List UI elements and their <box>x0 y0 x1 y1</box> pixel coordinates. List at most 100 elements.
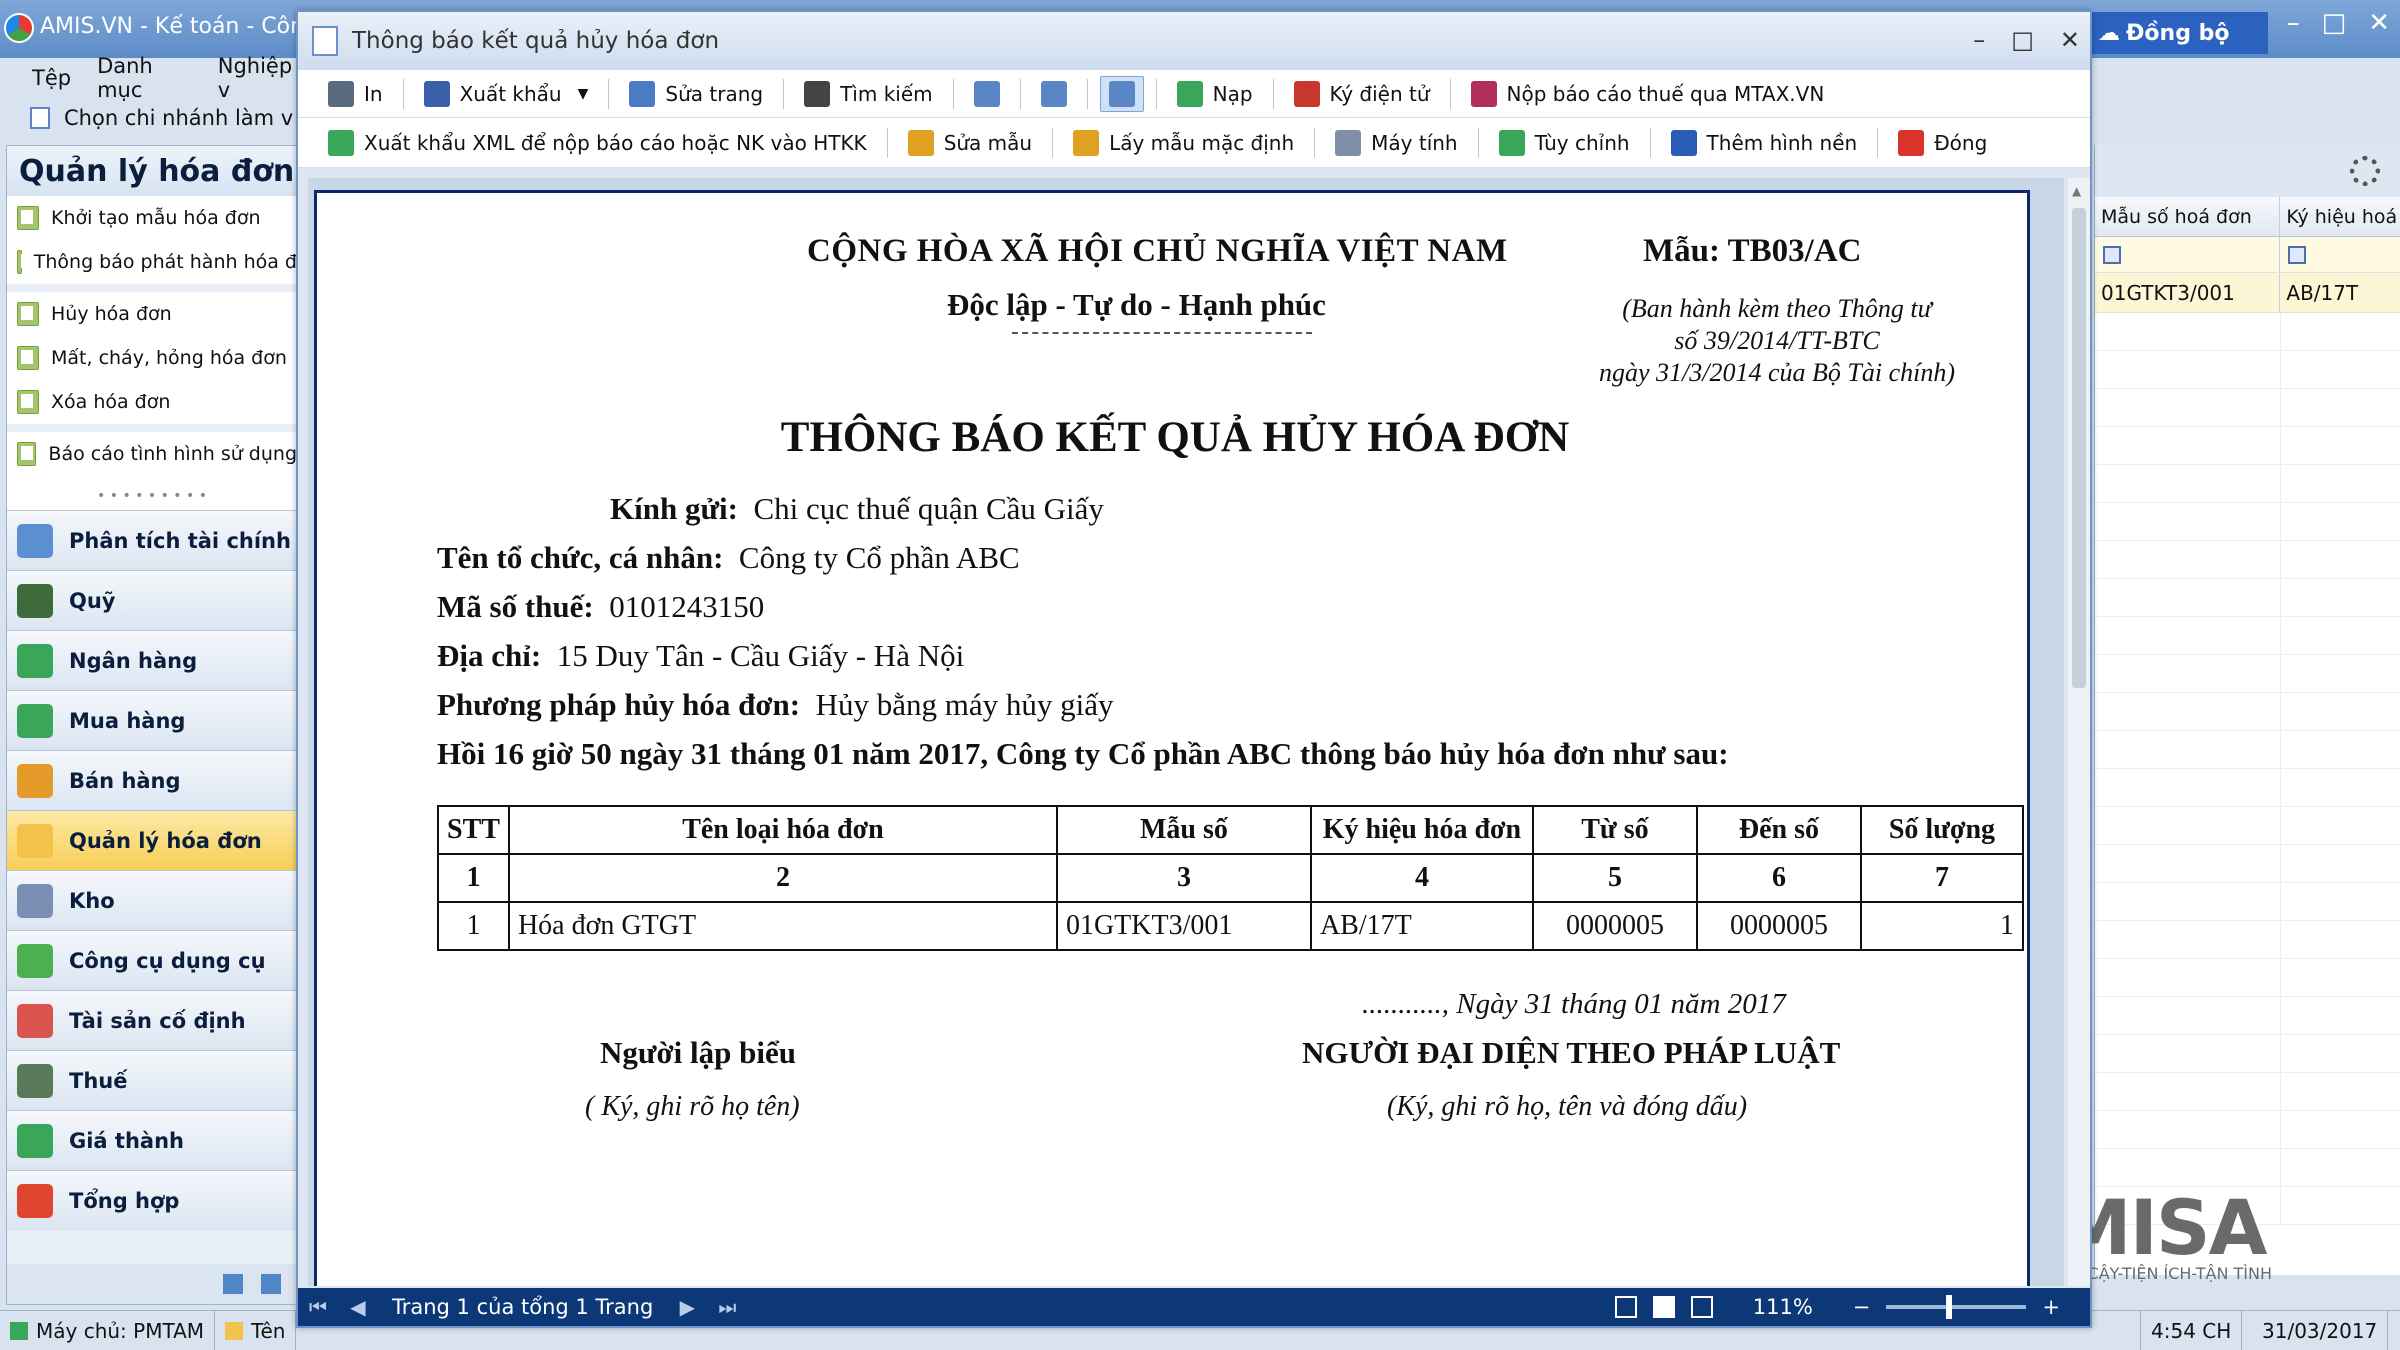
sidebar-nav-item[interactable]: Ngân hàng <box>7 630 297 690</box>
close-button[interactable]: ✕ <box>2368 8 2390 38</box>
menu-catalog[interactable]: Danh mục <box>97 54 192 102</box>
minimize-button[interactable]: – <box>2287 8 2300 38</box>
multi-page-view-icon[interactable] <box>1690 1296 1713 1318</box>
toolbar-button-xml-export[interactable]: Xuất khẩu XML để nộp báo cáo hoặc NK vào… <box>320 126 875 160</box>
viewer-vertical-scrollbar[interactable] <box>2068 178 2090 1286</box>
zoom-slider-knob[interactable] <box>1946 1295 1953 1319</box>
dialog-window-controls: – □ ✕ <box>1973 26 2080 54</box>
dialog-minimize-button[interactable]: – <box>1973 26 1985 54</box>
menu-file[interactable]: Tệp <box>32 66 71 90</box>
toolbar-button-printer[interactable]: In <box>320 77 391 111</box>
last-page-icon[interactable]: ⏭ <box>707 1295 747 1319</box>
toolbar-button-close[interactable]: Đóng <box>1890 126 1995 160</box>
zoom-slider[interactable] <box>1886 1295 2027 1319</box>
dialog-close-button[interactable]: ✕ <box>2060 26 2080 54</box>
continuous-view-icon[interactable] <box>1652 1296 1675 1318</box>
sidebar-nav-item[interactable]: Thuế <box>7 1050 297 1110</box>
page-icon <box>973 80 1000 107</box>
filter-checkbox[interactable] <box>2103 245 2121 264</box>
toolbar-button-signature[interactable]: Ký điện tử <box>1286 77 1438 111</box>
sidebar-nav-item[interactable]: Bán hàng <box>7 750 297 810</box>
filter-checkbox[interactable] <box>2288 245 2307 264</box>
sidebar-splitter-handle[interactable]: • • • • • • • • • <box>7 476 297 510</box>
toolbar-button-fit-page[interactable] <box>1099 75 1144 112</box>
toolbar-button-binoculars[interactable]: Tìm kiếm <box>796 77 941 111</box>
toolbar-button-default-template[interactable]: Lấy mẫu mặc định <box>1065 126 1302 160</box>
gear-icon[interactable] <box>2350 156 2380 186</box>
doc-form-code: Mẫu: TB03/AC <box>1643 233 1862 269</box>
circular-line: số 39/2014/TT-BTC <box>1674 326 1880 355</box>
sidebar-nav-item[interactable]: Giá thành <box>7 1110 297 1170</box>
sidebar-nav-item[interactable]: Phân tích tài chính <box>7 510 297 570</box>
empty-grid-row <box>2095 845 2400 883</box>
col-header-template-code[interactable]: Mẫu số hoá đơn <box>2095 197 2281 236</box>
doc-method-row: Phương pháp hủy hóa đơn: Hủy bằng máy hủ… <box>437 687 1114 723</box>
status-date: 31/03/2017 <box>2252 1310 2389 1350</box>
toolbar-button-calculator[interactable]: Máy tính <box>1327 126 1465 160</box>
toolbar-button-save[interactable]: Xuất khẩu ▼ <box>416 77 597 111</box>
toolbar-separator <box>1155 78 1157 109</box>
branch-selector[interactable]: Chọn chi nhánh làm v <box>0 98 300 138</box>
empty-grid-row <box>2095 769 2400 807</box>
doc-date-line: ..........., Ngày 31 tháng 01 năm 2017 <box>1362 988 1786 1020</box>
task-delete-invoice[interactable]: Xóa hóa đơn <box>7 380 297 424</box>
sync-button[interactable]: ☁ Đồng bộ <box>2090 12 2268 54</box>
chevron-down-icon[interactable]: ▼ <box>578 86 589 102</box>
sidebar: Quản lý hóa đơn Khởi tạo mẫu hóa đơn Thô… <box>6 145 298 1305</box>
page-indicator: Trang 1 của tổng 1 Trang <box>392 1295 654 1319</box>
table-row[interactable]: 01GTKT3/001 AB/17T <box>2095 273 2400 313</box>
mtax-icon <box>1470 80 1497 107</box>
prev-page-icon[interactable]: ◀ <box>338 1295 378 1319</box>
sidebar-nav-item[interactable]: Kho <box>7 870 297 930</box>
toolbar-button-page-width[interactable] <box>1033 77 1075 111</box>
task-label: Mất, cháy, hỏng hóa đơn <box>51 347 287 369</box>
task-label: Hủy hóa đơn <box>51 303 172 325</box>
task-issue-notice[interactable]: Thông báo phát hành hóa đ <box>7 240 297 284</box>
toolbar-button-edit-page[interactable]: Sửa trang <box>621 77 771 111</box>
sidebar-nav-item[interactable]: Mua hàng <box>7 690 297 750</box>
toolbar-button-edit-template[interactable]: Sửa mẫu <box>900 126 1040 160</box>
col-header-symbol[interactable]: Ký hiệu hoá <box>2280 197 2400 236</box>
next-page-icon[interactable]: ▶ <box>667 1295 707 1319</box>
dialog-maximize-button[interactable]: □ <box>2011 26 2034 54</box>
doc-method-value: Hủy bằng máy hủy giấy <box>815 687 1114 722</box>
circular-line: ngày 31/3/2014 của Bộ Tài chính) <box>1598 358 1955 387</box>
scrollbar-thumb[interactable] <box>2072 208 2086 688</box>
index-cell: 4 <box>1309 853 1534 903</box>
maximize-button[interactable]: □ <box>2322 8 2347 38</box>
cell-invoice-symbol: AB/17T <box>1309 901 1534 951</box>
toolbar-button-background[interactable]: Thêm hình nền <box>1663 126 1866 160</box>
zoom-out-icon[interactable]: − <box>1853 1295 1871 1319</box>
zoom-in-icon[interactable]: + <box>2042 1295 2060 1319</box>
sidebar-nav-item[interactable]: Công cụ dụng cụ <box>7 930 297 990</box>
app-window-controls: – □ ✕ <box>2287 8 2390 38</box>
task-usage-report[interactable]: Báo cáo tình hình sử dụng <box>7 432 297 476</box>
grid-filter-row <box>2095 237 2400 273</box>
document-icon <box>17 390 39 414</box>
toolbar-button-page[interactable] <box>966 77 1008 111</box>
sidebar-nav-item[interactable]: Quản lý hóa đơn <box>7 810 297 870</box>
toolbar-button-mtax[interactable]: Nộp báo cáo thuế qua MTAX.VN <box>1463 77 1833 111</box>
sidebar-nav-item[interactable]: Quỹ <box>7 570 297 630</box>
task-create-invoice-template[interactable]: Khởi tạo mẫu hóa đơn <box>7 196 297 240</box>
dialog-titlebar: Thông báo kết quả hủy hóa đơn – □ ✕ <box>298 12 2090 70</box>
cancelled-invoice-table: STT Tên loại hóa đơn Mẫu số Ký hiệu hóa … <box>437 805 2024 951</box>
collapse-icon[interactable] <box>223 1274 243 1294</box>
task-lost-invoice[interactable]: Mất, cháy, hỏng hóa đơn <box>7 336 297 380</box>
first-page-icon[interactable]: ⏮ <box>298 1295 338 1319</box>
sidebar-nav-item[interactable]: Tài sản cố định <box>7 990 297 1050</box>
menu-operations[interactable]: Nghiệp v <box>218 54 300 102</box>
single-page-view-icon[interactable] <box>1614 1296 1637 1318</box>
doc-org-row: Tên tổ chức, cá nhân: Công ty Cổ phần AB… <box>437 540 1020 576</box>
task-label: Thông báo phát hành hóa đ <box>33 251 297 273</box>
toolbar-button-customize[interactable]: Tùy chỉnh <box>1491 126 1638 160</box>
sidebar-nav-item[interactable]: Tổng hợp <box>7 1170 297 1230</box>
configure-icon[interactable] <box>261 1274 281 1294</box>
toolbar-button-refresh[interactable]: Nạp <box>1169 77 1261 111</box>
toolbar-separator <box>1449 78 1451 109</box>
empty-grid-row <box>2095 503 2400 541</box>
task-cancel-invoice[interactable]: Hủy hóa đơn <box>7 292 297 336</box>
task-label: Báo cáo tình hình sử dụng <box>48 443 297 465</box>
sync-label: Đồng bộ <box>2126 20 2230 46</box>
signature-icon <box>1293 80 1320 107</box>
